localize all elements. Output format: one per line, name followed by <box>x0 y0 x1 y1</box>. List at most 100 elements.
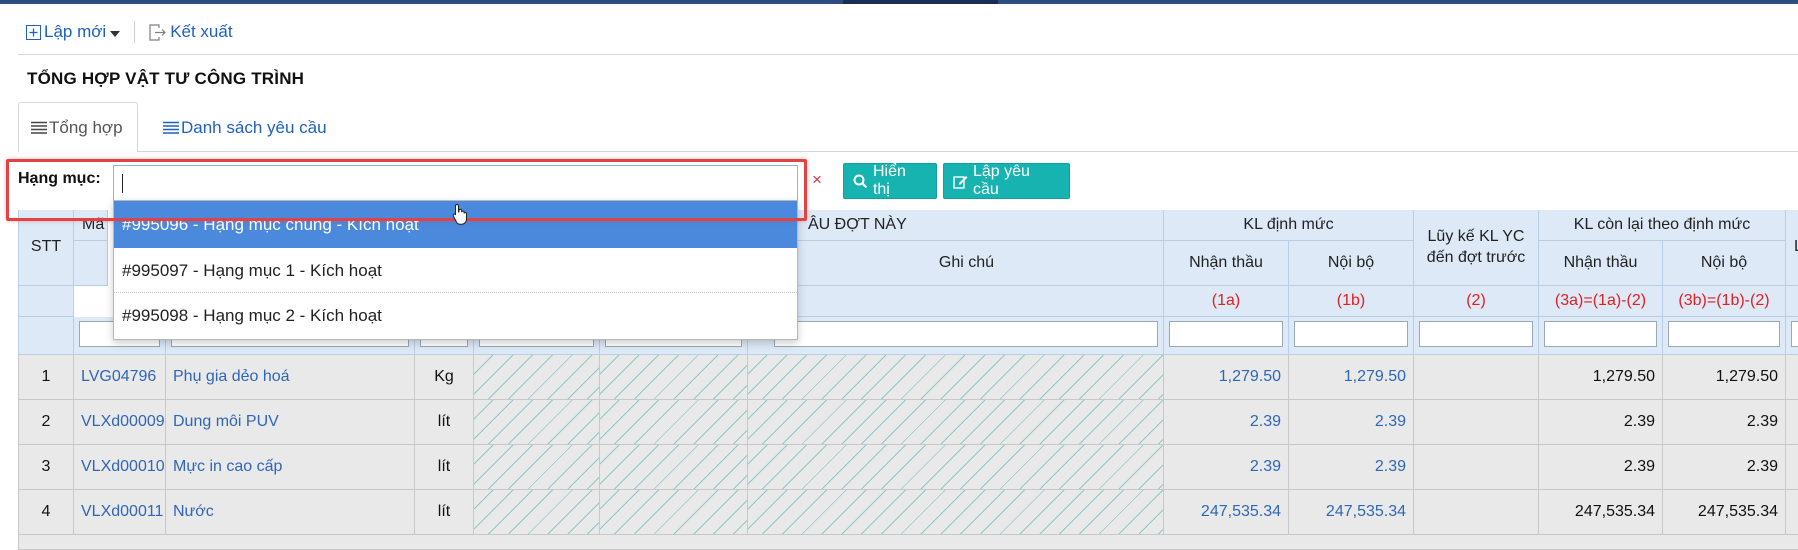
header-cumulative-2: Lũ <box>1786 210 1798 286</box>
row-remaining-internal: 1,279.50 <box>1663 355 1786 400</box>
header-internal: Nội bộ <box>1289 241 1414 286</box>
row-disabled-cell <box>600 445 748 490</box>
header-cumulative: Lũy kế KL YC đến đợt trước <box>1414 210 1539 286</box>
header-this-round: ÂU ĐỢT NÀY <box>798 210 1164 241</box>
row-last <box>1786 490 1798 535</box>
row-remaining-contractor: 247,535.34 <box>1539 490 1663 535</box>
row-contractor[interactable]: 2.39 <box>1164 400 1289 445</box>
show-button[interactable]: Hiển thị <box>843 163 937 199</box>
row-unit: lít <box>415 400 474 445</box>
row-disabled-cell <box>600 490 748 535</box>
filter-input-last[interactable] <box>1791 321 1798 347</box>
export-button-label: Kết xuất <box>170 22 233 41</box>
row-name[interactable]: Phụ gia dẻo hoá <box>166 355 415 400</box>
text-cursor <box>122 174 123 193</box>
row-disabled-cell <box>474 400 600 445</box>
page-title: TỔNG HỢP VẬT TƯ CÔNG TRÌNH <box>27 69 305 88</box>
header-kl-remaining: KL còn lại theo định mức <box>1539 210 1786 241</box>
filter-input-remaining-internal[interactable] <box>1668 321 1780 347</box>
row-remaining-internal: 2.39 <box>1663 445 1786 490</box>
category-combobox[interactable] <box>113 165 798 201</box>
tab-request-list-label: Danh sách yêu cầu <box>181 117 327 137</box>
filter-input-contractor[interactable] <box>1169 321 1283 347</box>
filter-cell-clnt <box>1539 317 1663 355</box>
clear-icon[interactable]: × <box>812 170 822 190</box>
row-disabled-cell <box>474 490 600 535</box>
row-code[interactable]: VLXd00009 <box>74 400 166 445</box>
tab-summary-label: Tổng hợp <box>49 117 123 137</box>
row-internal[interactable]: 2.39 <box>1289 445 1414 490</box>
filter-input-internal[interactable] <box>1294 321 1408 347</box>
formula-cell <box>18 286 74 317</box>
tab-bar: Tổng hợp Danh sách yêu cầu <box>18 102 1798 153</box>
row-unit: lít <box>415 490 474 535</box>
export-button[interactable]: Kết xuất <box>149 22 233 42</box>
formula-cell <box>1786 286 1798 317</box>
row-contractor[interactable]: 247,535.34 <box>1164 490 1289 535</box>
row-note-cell <box>748 445 1164 490</box>
row-disabled-cell <box>474 445 600 490</box>
row-remaining-contractor: 1,279.50 <box>1539 355 1663 400</box>
row-disabled-cell <box>600 400 748 445</box>
create-request-button[interactable]: Lập yêu cầu <box>943 163 1070 199</box>
toolbar-divider <box>18 54 1798 55</box>
create-request-button-label: Lập yêu cầu <box>972 163 1030 198</box>
plus-square-icon <box>26 24 41 40</box>
category-label: Hạng mục: <box>18 170 101 187</box>
formula-1a: (1a) <box>1164 286 1289 317</box>
formula-1b: (1b) <box>1289 286 1414 317</box>
dropdown-option[interactable]: #995098 - Hạng mục 2 - Kích hoạt <box>114 294 797 338</box>
row-contractor[interactable]: 2.39 <box>1164 445 1289 490</box>
row-note-cell <box>748 400 1164 445</box>
row-internal[interactable]: 2.39 <box>1289 400 1414 445</box>
filter-cell-nt <box>1164 317 1289 355</box>
new-button-label: Lập mới <box>44 22 107 41</box>
row-name[interactable]: Nước <box>166 490 415 535</box>
toolbar-separator <box>134 21 136 43</box>
search-icon <box>853 174 868 188</box>
filter-cell-stt <box>18 317 74 355</box>
row-disabled-cell <box>600 355 748 400</box>
row-name[interactable]: Dung môi PUV <box>166 400 415 445</box>
edit-icon <box>953 175 968 189</box>
filter-cell-lk <box>1414 317 1539 355</box>
row-internal[interactable]: 247,535.34 <box>1289 490 1414 535</box>
header-internal-2: Nội bộ <box>1663 241 1786 286</box>
row-cumulative <box>1414 490 1539 535</box>
filter-input-note[interactable] <box>774 321 1158 347</box>
tab-request-list[interactable]: Danh sách yêu cầu <box>151 102 341 153</box>
row-cumulative <box>1414 400 1539 445</box>
row-contractor[interactable]: 1,279.50 <box>1164 355 1289 400</box>
filter-cell-clnb <box>1663 317 1786 355</box>
row-last <box>1786 445 1798 490</box>
toolbar: Lập mới Kết xuất <box>26 18 233 46</box>
row-code[interactable]: VLXd00010 <box>74 445 166 490</box>
filter-input-cumulative[interactable] <box>1419 321 1533 347</box>
row-name[interactable]: Mực in cao cấp <box>166 445 415 490</box>
list-icon <box>163 121 179 134</box>
export-icon <box>149 23 167 41</box>
dropdown-option[interactable]: #995097 - Hạng mục 1 - Kích hoạt <box>114 249 797 293</box>
row-remaining-contractor: 2.39 <box>1539 400 1663 445</box>
filter-cell-note <box>748 317 1164 355</box>
show-button-label: Hiển thị <box>872 163 906 198</box>
caret-down-icon <box>110 30 121 37</box>
row-code[interactable]: VLXd00011 <box>74 490 166 535</box>
list-icon <box>31 121 47 134</box>
tab-summary[interactable]: Tổng hợp <box>18 102 138 153</box>
row-stt: 1 <box>18 355 74 400</box>
row-remaining-internal: 2.39 <box>1663 400 1786 445</box>
header-contractor-2: Nhận thầu <box>1539 241 1663 286</box>
header-kl-dinh-muc: KL định mức <box>1164 210 1414 241</box>
row-code[interactable]: LVG04796 <box>74 355 166 400</box>
filter-cell-last <box>1786 317 1798 355</box>
header-contractor: Nhận thầu <box>1164 241 1289 286</box>
new-button[interactable]: Lập mới <box>26 22 121 42</box>
row-unit: lít <box>415 445 474 490</box>
row-stt: 4 <box>18 490 74 535</box>
filter-input-remaining-contractor[interactable] <box>1544 321 1657 347</box>
hand-cursor-icon <box>452 203 467 225</box>
formula-3a: (3a)=(1a)-(2) <box>1539 286 1663 317</box>
row-internal[interactable]: 1,279.50 <box>1289 355 1414 400</box>
row-remaining-internal: 247,535.34 <box>1663 490 1786 535</box>
